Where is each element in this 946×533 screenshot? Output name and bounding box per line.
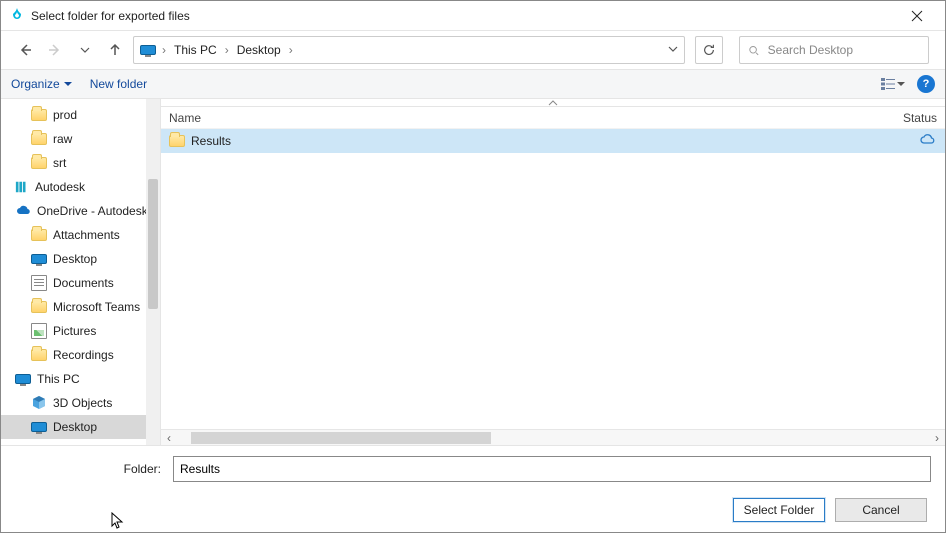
cursor-icon: [111, 512, 125, 530]
folder-icon: [169, 135, 185, 147]
footer: Folder: Select Folder Cancel: [1, 445, 945, 532]
tree-item[interactable]: Desktop: [1, 247, 160, 271]
tree-item[interactable]: raw: [1, 127, 160, 151]
chevron-up-icon: [548, 100, 558, 106]
forward-button[interactable]: [43, 38, 67, 62]
refresh-icon: [702, 43, 716, 57]
tree-item[interactable]: Attachments: [1, 223, 160, 247]
folder-picker-dialog: Select folder for exported files › This …: [0, 0, 946, 533]
organize-label: Organize: [11, 77, 60, 91]
column-headers: Name Status: [161, 107, 945, 129]
app-icon: [9, 8, 25, 24]
view-icon: [881, 78, 895, 90]
column-name[interactable]: Name: [169, 111, 789, 125]
new-folder-button[interactable]: New folder: [90, 77, 147, 91]
address-bar[interactable]: › This PC › Desktop ›: [133, 36, 685, 64]
tree-item-label: srt: [53, 156, 66, 170]
tree-item-label: Desktop: [53, 252, 97, 266]
list-item[interactable]: Results: [161, 129, 945, 153]
back-button[interactable]: [13, 38, 37, 62]
address-history-dropdown[interactable]: [668, 43, 678, 57]
tree-item[interactable]: srt: [1, 151, 160, 175]
column-sort-indicator[interactable]: [161, 99, 945, 107]
close-button[interactable]: [897, 2, 937, 30]
tree-item[interactable]: Microsoft Teams: [1, 295, 160, 319]
tree-item-label: Microsoft Teams: [53, 300, 140, 314]
toolbar: Organize New folder ?: [1, 69, 945, 99]
tree-item-label: raw: [53, 132, 72, 146]
tree-item-label: Recordings: [53, 348, 114, 362]
view-options[interactable]: [879, 74, 907, 94]
titlebar: Select folder for exported files: [1, 1, 945, 31]
scroll-right-button[interactable]: ›: [929, 431, 945, 445]
tree-item[interactable]: prod: [1, 103, 160, 127]
search-icon: [748, 44, 760, 57]
column-status[interactable]: Status: [903, 111, 937, 125]
title-text: Select folder for exported files: [31, 9, 190, 23]
breadcrumb-desktop[interactable]: Desktop: [235, 43, 283, 57]
tree-item-label: Attachments: [53, 228, 120, 242]
scroll-left-button[interactable]: ‹: [161, 431, 177, 445]
chevron-down-icon: [80, 45, 90, 55]
select-folder-button[interactable]: Select Folder: [733, 498, 825, 522]
file-list[interactable]: Results: [161, 129, 945, 429]
body: prod raw srt Autodesk OneDrive - Autodesk Att…: [1, 99, 945, 445]
tree-item-label: Desktop: [53, 420, 97, 434]
scrollbar-thumb[interactable]: [148, 179, 158, 309]
horizontal-scrollbar[interactable]: ‹ ›: [161, 429, 945, 445]
location-icon: [140, 45, 156, 55]
up-button[interactable]: [103, 38, 127, 62]
sidebar-scrollbar[interactable]: [146, 99, 160, 445]
breadcrumb-this-pc[interactable]: This PC: [172, 43, 219, 57]
tree-item[interactable]: Pictures: [1, 319, 160, 343]
tree-item[interactable]: OneDrive - Autodesk: [1, 199, 160, 223]
tree-item[interactable]: 3D Objects: [1, 391, 160, 415]
tree-item[interactable]: Autodesk: [1, 175, 160, 199]
tree-item-label: Autodesk: [35, 180, 85, 194]
tree-item[interactable]: Recordings: [1, 343, 160, 367]
tree-item-label: 3D Objects: [53, 396, 112, 410]
folder-input[interactable]: [173, 456, 931, 482]
cancel-button[interactable]: Cancel: [835, 498, 927, 522]
file-list-panel: Name Status Results ‹ ›: [161, 99, 945, 445]
tree-item-label: This PC: [37, 372, 80, 386]
scroll-thumb[interactable]: [191, 432, 491, 444]
tree-item-label: Documents: [53, 276, 114, 290]
organize-menu[interactable]: Organize: [11, 77, 72, 91]
refresh-button[interactable]: [695, 36, 723, 64]
tree-item[interactable]: Desktop: [1, 415, 160, 439]
navigation-tree[interactable]: prod raw srt Autodesk OneDrive - Autodesk Att…: [1, 99, 161, 445]
caret-down-icon: [897, 80, 905, 88]
tree-item-label: Pictures: [53, 324, 96, 338]
chevron-down-icon: [668, 44, 678, 54]
tree-item[interactable]: Documents: [1, 271, 160, 295]
tree-item[interactable]: This PC: [1, 367, 160, 391]
cloud-status-icon: [919, 132, 937, 151]
recent-dropdown[interactable]: [73, 38, 97, 62]
close-icon: [911, 10, 923, 22]
navbar: › This PC › Desktop ›: [1, 31, 945, 69]
chevron-right-icon: ›: [160, 43, 168, 57]
scroll-track[interactable]: [177, 432, 929, 444]
tree-item-label: OneDrive - Autodesk: [37, 204, 148, 218]
chevron-right-icon: ›: [223, 43, 231, 57]
folder-label: Folder:: [15, 462, 165, 476]
tree-item-label: prod: [53, 108, 77, 122]
search-input[interactable]: [766, 42, 920, 58]
help-button[interactable]: ?: [917, 75, 935, 93]
search-box[interactable]: [739, 36, 929, 64]
chevron-right-icon: ›: [287, 43, 295, 57]
caret-down-icon: [64, 80, 72, 88]
item-name: Results: [191, 134, 231, 148]
